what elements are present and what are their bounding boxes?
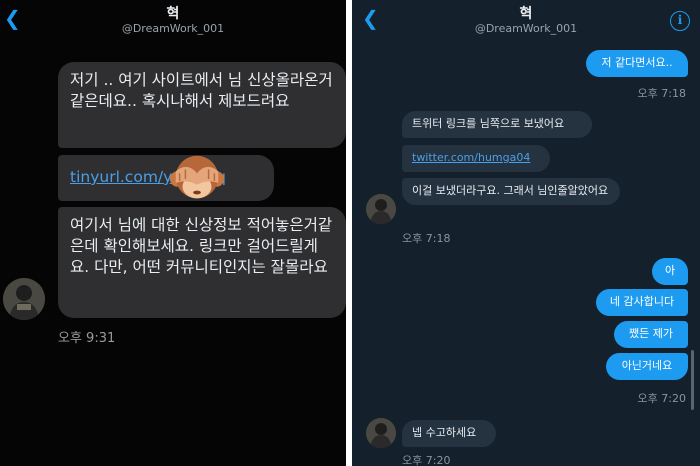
message-link[interactable]: tinyurl.com/y xyxy=(70,168,172,186)
left-dm-screenshot: ❮ 혁 @DreamWork_001 저기 .. 여기 사이트에서 님 신상올라… xyxy=(0,0,346,466)
message-timestamp: 오후 7:20 xyxy=(637,392,686,405)
sent-message-bubble: 저 같다면서요.. xyxy=(586,50,688,77)
info-icon[interactable]: i xyxy=(670,11,690,31)
message-link[interactable]: twitter.com/humga04 xyxy=(412,151,530,164)
right-conversation-header: ❮ 혁 @DreamWork_001 i xyxy=(352,0,700,44)
contact-name: 혁 xyxy=(166,6,180,22)
contact-avatar[interactable] xyxy=(3,278,45,320)
contact-handle: @DreamWork_001 xyxy=(474,22,578,35)
sent-message-bubble: 쨌든 제가 xyxy=(614,321,688,348)
message-timestamp: 오후 7:20 xyxy=(402,454,451,466)
contact-name: 혁 xyxy=(519,6,533,22)
received-message-bubble: 이걸 보냈더라구요. 그래서 님인줄알았어요 xyxy=(402,178,620,205)
contact-handle: @DreamWork_001 xyxy=(121,22,225,35)
received-message-bubble: 넵 수고하세요 xyxy=(402,420,496,447)
message-timestamp: 오후 7:18 xyxy=(402,232,451,245)
sent-message-bubble: 네 감사합니다 xyxy=(596,289,688,316)
left-conversation-header: ❮ 혁 @DreamWork_001 xyxy=(0,0,346,44)
message-bubble: 여기서 님에 대한 신상정보 적어놓은거같은데 확인해보세요. 링크만 걸어드릴… xyxy=(58,207,346,318)
contact-avatar[interactable] xyxy=(366,418,396,448)
message-timestamp: 오후 7:18 xyxy=(637,87,686,100)
received-link-bubble[interactable]: twitter.com/humga04 xyxy=(402,145,550,172)
see-no-evil-monkey-emoji xyxy=(168,150,226,208)
sent-message-bubble: 아 xyxy=(652,258,688,285)
link-bubble[interactable]: tinyurl.com/yqq xyxy=(58,155,274,201)
contact-avatar[interactable] xyxy=(366,194,396,224)
message-timestamp: 오후 9:31 xyxy=(58,331,116,346)
sent-message-bubble: 아닌거네요 xyxy=(606,353,688,380)
scrollbar[interactable] xyxy=(691,350,694,410)
right-dm-screenshot: ❮ 혁 @DreamWork_001 i 저 같다면서요.. 오후 7:18 트… xyxy=(352,0,700,466)
received-message-bubble: 트위터 링크를 님쪽으로 보냈어요 xyxy=(402,111,592,138)
message-bubble: 저기 .. 여기 사이트에서 님 신상올라온거같은데요.. 혹시나해서 제보드려… xyxy=(58,62,346,148)
